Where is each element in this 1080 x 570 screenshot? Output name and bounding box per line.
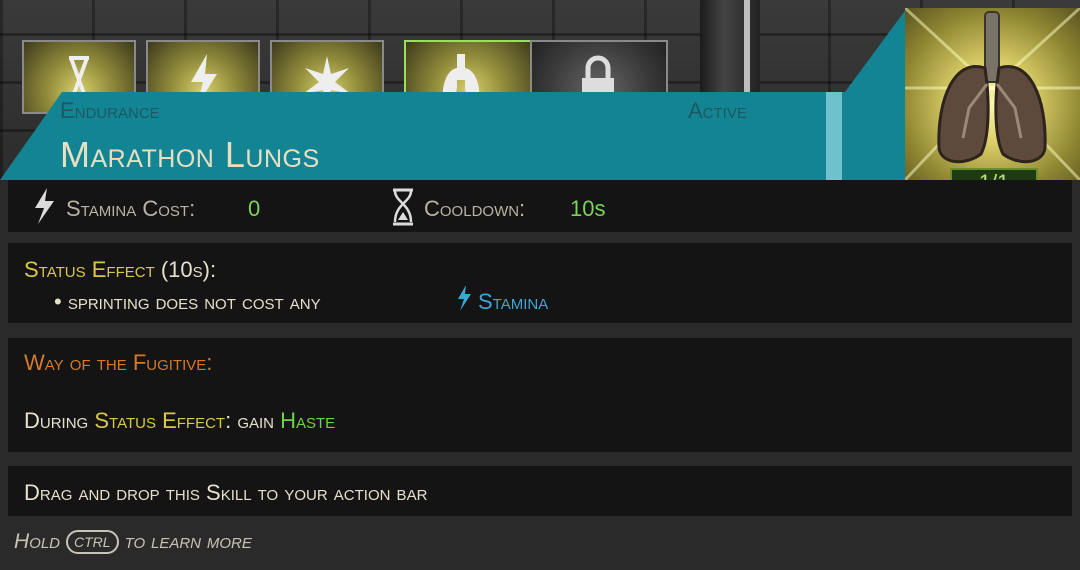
- passive-panel: Way of the Fugitive: During Status Effec…: [8, 338, 1072, 452]
- stamina-cost-label: Stamina Cost:: [66, 196, 196, 221]
- status-effect-panel: Status Effect (10s): • sprinting does no…: [8, 243, 1072, 323]
- stamina-resource: Stamina: [478, 289, 549, 314]
- status-effect-duration: (10s):: [160, 257, 217, 282]
- lightning-icon: [35, 188, 54, 224]
- stamina-lightning-icon: [458, 285, 471, 311]
- stats-panel: Stamina Cost: 0 Cooldown: 10s: [8, 180, 1072, 232]
- cooldown-label: Cooldown:: [424, 196, 526, 221]
- skill-icon-frame: [905, 8, 1080, 180]
- skill-category: Endurance: [60, 98, 160, 123]
- passive-mid: : gain: [225, 408, 274, 433]
- skill-title: Marathon Lungs: [60, 134, 320, 175]
- hourglass-icon: [393, 188, 413, 226]
- drag-hint-text: Drag and drop this Skill to your action …: [24, 480, 428, 505]
- passive-title: Way of the Fugitive:: [24, 350, 213, 375]
- banner-stripe: [826, 92, 842, 180]
- passive-buff: Haste: [280, 408, 336, 433]
- lungs-icon: [905, 8, 1080, 180]
- ctrl-key-icon: CTRL: [66, 530, 119, 555]
- stamina-cost-value: 0: [248, 196, 261, 221]
- footer-hint: Hold CTRL to learn more: [14, 530, 252, 555]
- passive-prefix: During: [24, 408, 89, 433]
- drag-hint-panel: Drag and drop this Skill to your action …: [8, 466, 1072, 516]
- passive-effect-name: Status Effect: [94, 408, 226, 433]
- status-effect-title: Status Effect: [24, 257, 155, 282]
- status-effect-bullet: • sprinting does not cost any: [54, 289, 321, 314]
- footer-rest: to learn more: [124, 530, 252, 553]
- skill-state: Active: [688, 98, 747, 123]
- footer-hold: Hold: [14, 530, 61, 553]
- cooldown-value: 10s: [570, 196, 606, 221]
